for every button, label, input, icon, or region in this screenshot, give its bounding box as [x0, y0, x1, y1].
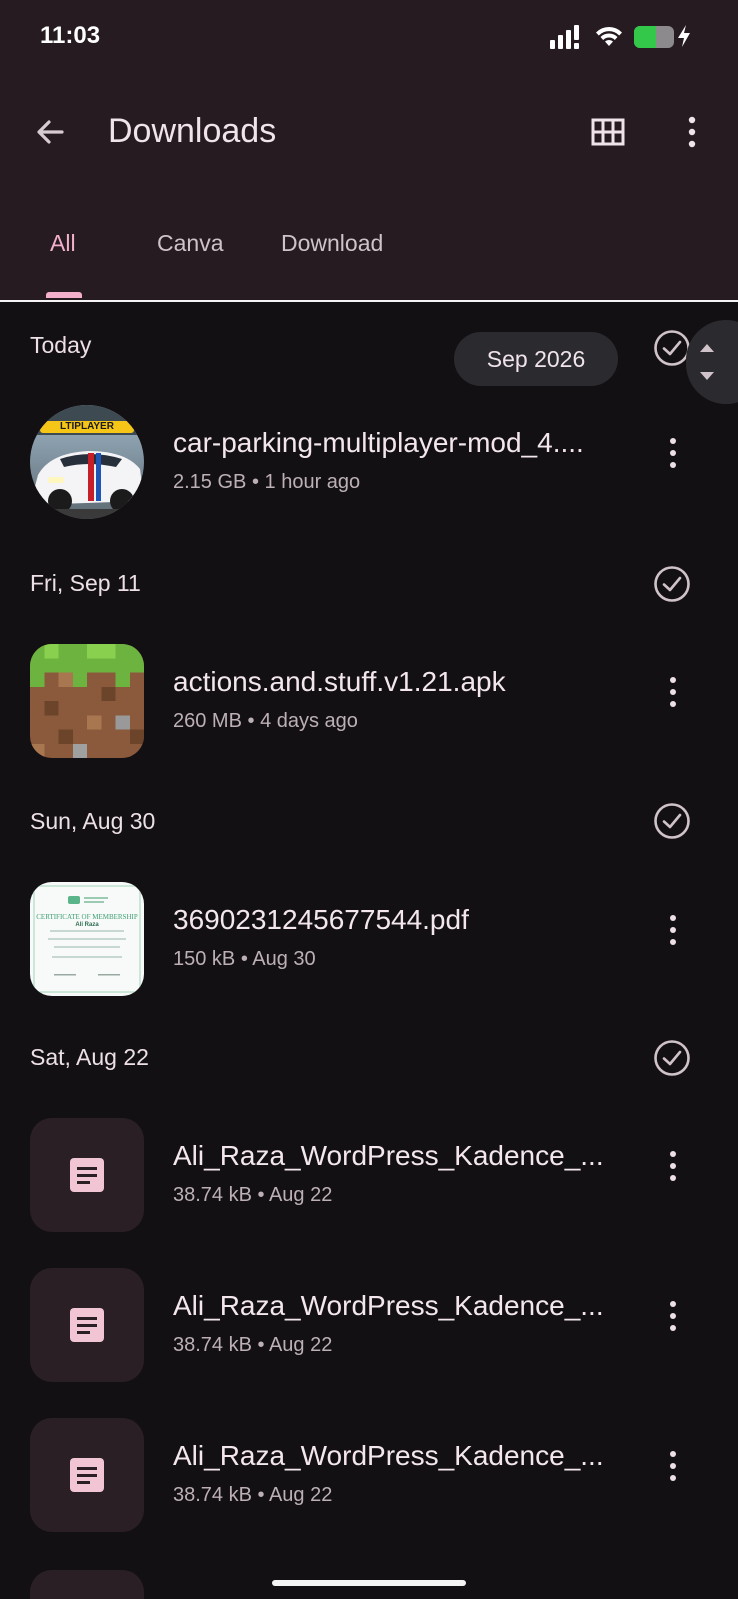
file-name: car-parking-multiplayer-mod_4....: [173, 427, 584, 458]
page-title: Downloads: [108, 112, 277, 150]
file-meta: 38.74 kB • Aug 22: [173, 1184, 333, 1206]
car-game-thumbnail: LTIPLAYER: [30, 405, 144, 519]
select-all-check-icon[interactable]: [652, 1038, 692, 1078]
file-name: Ali_Raza_WordPress_Kadence_...: [173, 1140, 604, 1171]
certificate-name: Ali Raza: [75, 922, 99, 928]
file-name: Ali_Raza_WordPress_Kadence_...: [173, 1290, 604, 1321]
file-meta: 260 MB • 4 days ago: [173, 710, 358, 732]
file-name: actions.and.stuff.v1.21.apk: [173, 666, 506, 697]
tab-download[interactable]: Download: [281, 230, 383, 257]
more-vert-icon[interactable]: [656, 1446, 690, 1486]
document-icon: [30, 1118, 144, 1232]
battery-level: [634, 26, 656, 48]
tab-canva[interactable]: Canva: [157, 230, 223, 257]
list-item[interactable]: Ali_Raza_WordPress_Kadence_... 38.74 kB …: [0, 1418, 738, 1534]
file-meta: 38.74 kB • Aug 22: [173, 1484, 333, 1506]
minecraft-grass-block-icon: [30, 644, 144, 758]
list-item[interactable]: actions.and.stuff.v1.21.apk 260 MB • 4 d…: [0, 644, 738, 760]
tab-all[interactable]: All: [50, 230, 76, 257]
document-icon: [30, 1418, 144, 1532]
list-item[interactable]: LTIPLAYER car-parking-multiplayer-mod_4.…: [0, 405, 738, 521]
home-indicator[interactable]: [272, 1580, 466, 1586]
grid-view-icon[interactable]: [586, 110, 630, 154]
file-meta: 2.15 GB • 1 hour ago: [173, 471, 361, 493]
status-time: 11:03: [40, 22, 101, 49]
top-header: 11:03 Downloads All Canva Download: [0, 0, 738, 302]
partial-list-item: [30, 1570, 144, 1599]
more-vert-icon[interactable]: [656, 672, 690, 712]
app-bar: Downloads: [0, 80, 738, 180]
list-item[interactable]: Ali_Raza_WordPress_Kadence_... 38.74 kB …: [0, 1268, 738, 1384]
more-vert-icon[interactable]: [656, 910, 690, 950]
more-vert-icon[interactable]: [656, 433, 690, 473]
more-vert-icon[interactable]: [656, 1296, 690, 1336]
section-header-aug-30: Sun, Aug 30: [30, 808, 156, 834]
tab-indicator: [46, 292, 82, 298]
list-item[interactable]: Ali_Raza_WordPress_Kadence_... 38.74 kB …: [0, 1118, 738, 1234]
certificate-title: CERTIFICATE OF MEMBERSHIP: [36, 913, 138, 921]
file-meta: 38.74 kB • Aug 22: [173, 1334, 333, 1356]
file-name: 3690231245677544.pdf: [173, 904, 469, 935]
list-item[interactable]: CERTIFICATE OF MEMBERSHIP Ali Raza 36902…: [0, 882, 738, 998]
status-bar: 11:03: [0, 0, 738, 74]
battery-icon: [634, 26, 674, 48]
section-header-aug-22: Sat, Aug 22: [30, 1044, 149, 1070]
scroll-date-chip: Sep 2026: [454, 332, 618, 386]
tab-bar: All Canva Download: [0, 200, 738, 302]
cellular-signal-icon: [550, 25, 579, 49]
section-header-sep-11: Fri, Sep 11: [30, 570, 141, 596]
file-meta: 150 kB • Aug 30: [173, 948, 316, 970]
select-all-check-icon[interactable]: [652, 564, 692, 604]
certificate-thumbnail: CERTIFICATE OF MEMBERSHIP Ali Raza: [30, 882, 144, 996]
wifi-icon: [596, 26, 622, 46]
charging-bolt-icon: [678, 25, 690, 47]
tab-divider: [0, 300, 738, 302]
fast-scroll-handle[interactable]: [686, 320, 738, 404]
arrow-back-icon[interactable]: [28, 110, 72, 154]
document-icon: [30, 1268, 144, 1382]
more-vert-icon[interactable]: [672, 110, 712, 154]
file-name: Ali_Raza_WordPress_Kadence_...: [173, 1440, 604, 1471]
select-all-check-icon[interactable]: [652, 801, 692, 841]
section-header-today: Today: [30, 332, 92, 358]
thumbnail-caption: LTIPLAYER: [60, 421, 114, 432]
more-vert-icon[interactable]: [656, 1146, 690, 1186]
